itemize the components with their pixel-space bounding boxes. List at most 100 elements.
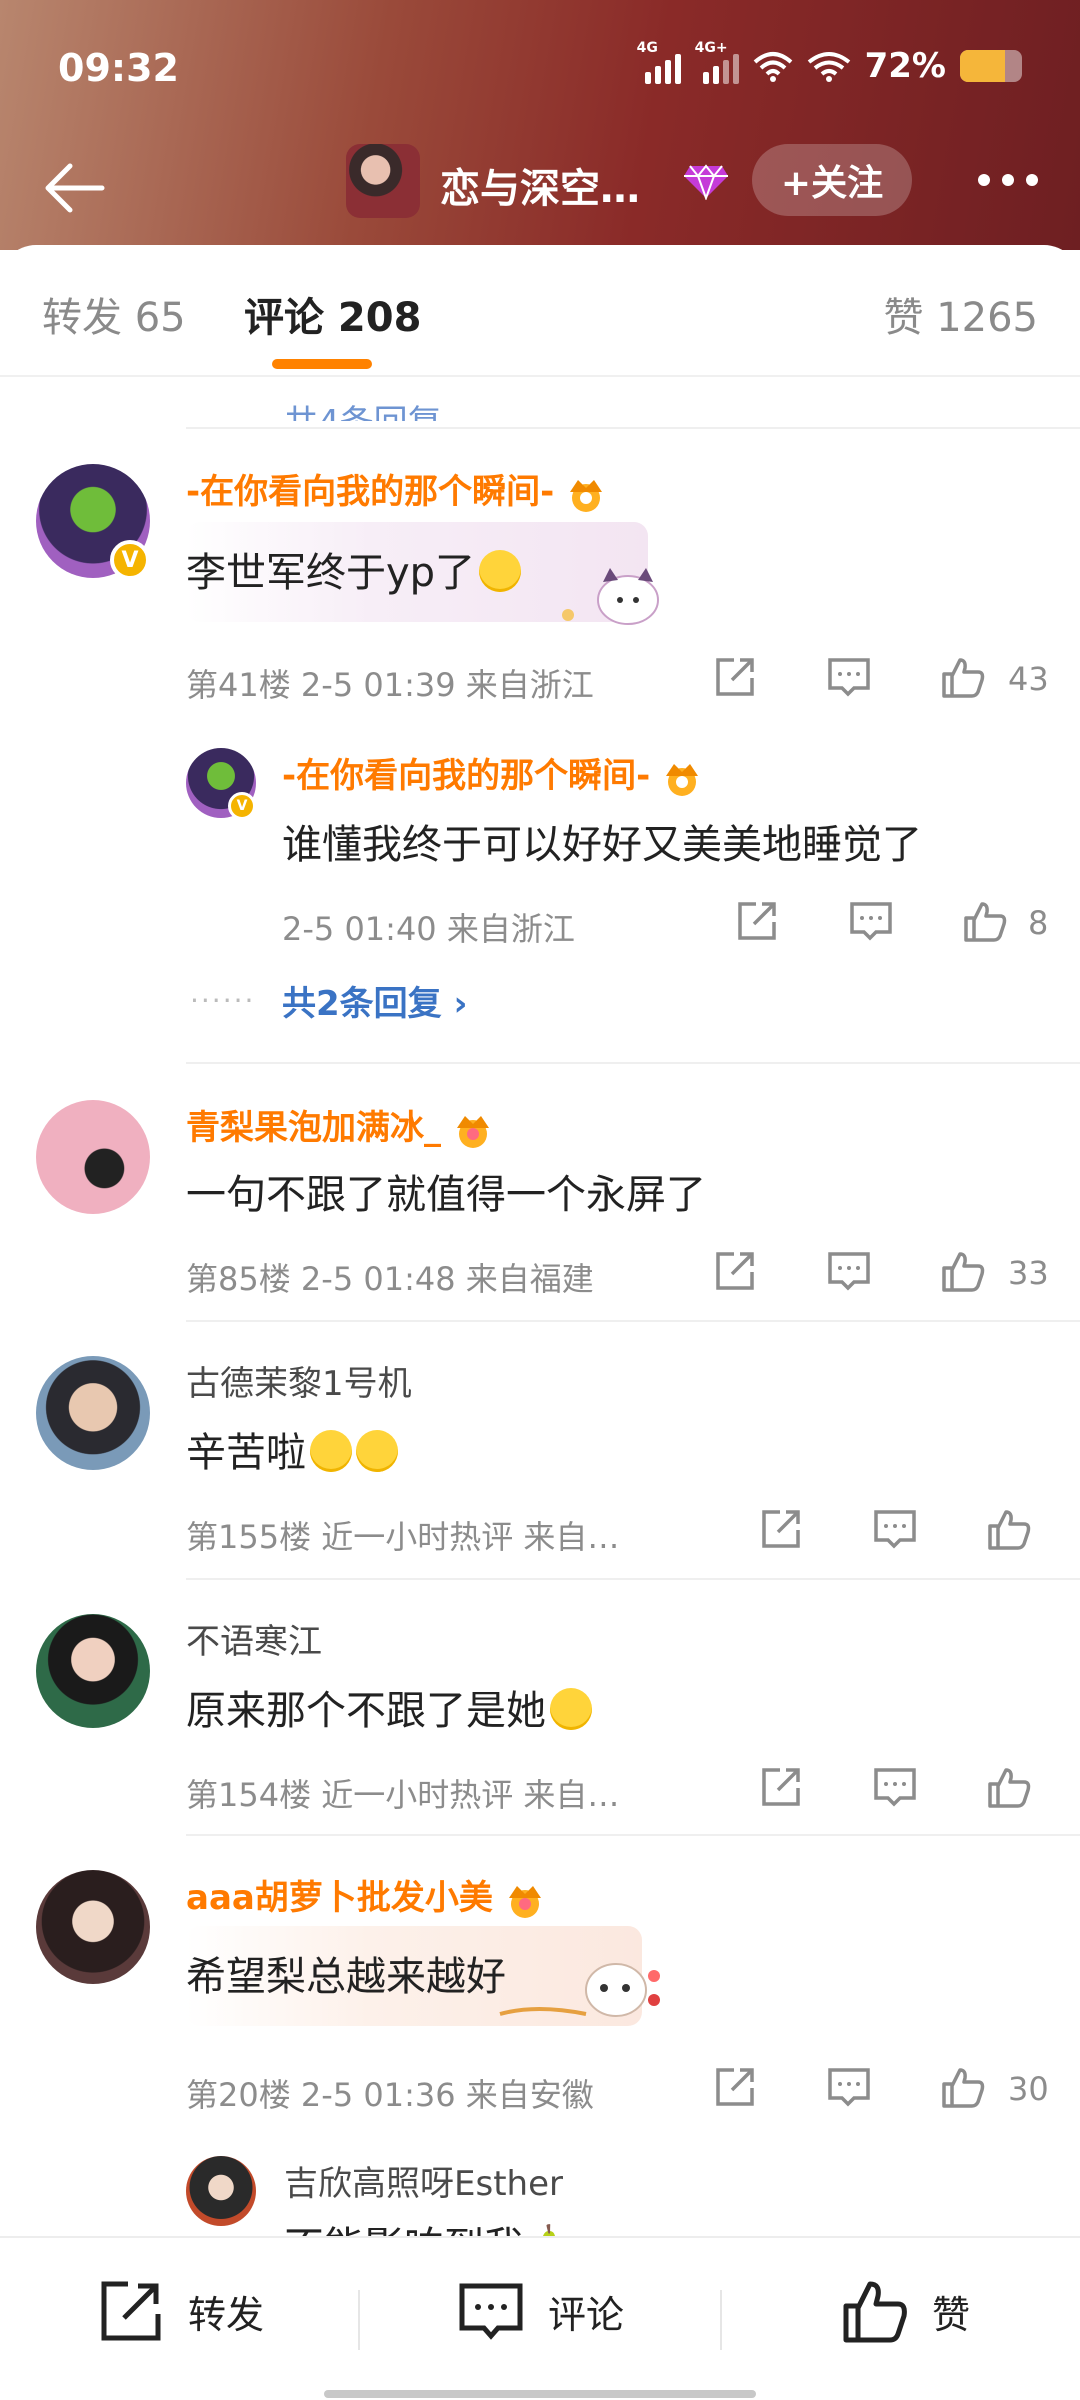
tab-likes[interactable]: 赞 1265 — [883, 285, 1038, 343]
reply-button[interactable] — [872, 1764, 918, 1810]
username[interactable]: -在你看向我的那个瞬间- — [186, 464, 610, 514]
partial-reply-link[interactable]: 共4条回复 — [284, 395, 442, 421]
like-button[interactable] — [962, 898, 1008, 944]
divider — [186, 1834, 1080, 1836]
crying-emoji-icon — [356, 1430, 398, 1472]
comment-icon — [850, 902, 892, 941]
comment-text-content: 原来那个不跟了是她 — [186, 1688, 546, 1734]
comment-icon — [828, 658, 870, 697]
reply-button[interactable] — [872, 1506, 918, 1552]
follow-button[interactable]: +关注 — [752, 144, 912, 216]
header-background: 09:32 4G 4G+ 72% 恋与深空… +关注 — [0, 0, 1080, 250]
reply-actions: 8 — [734, 898, 1052, 948]
share-icon — [101, 2281, 161, 2341]
vip-crown-icon — [508, 1885, 541, 1918]
username[interactable]: 古德茉黎1号机 — [186, 1356, 412, 1405]
reply-avatar[interactable] — [186, 2156, 256, 2226]
like-count: 30 — [1008, 2070, 1049, 2108]
like-button[interactable] — [986, 1764, 1032, 1810]
view-replies-link[interactable]: 共2条回复 › — [282, 976, 468, 1025]
back-arrow-icon — [45, 163, 105, 213]
comment-actions: 30 — [712, 2064, 1052, 2114]
panda-sticker-icon — [499, 1963, 660, 2017]
repost-button[interactable] — [758, 1764, 804, 1810]
more-dot-icon — [1026, 174, 1038, 186]
reply-text: 不能影响到我🍐 — [284, 2214, 574, 2236]
comment-action[interactable]: 评论 — [456, 2276, 624, 2346]
separator — [720, 2290, 722, 2350]
comment-text-content: 李世军终于yp了 — [186, 550, 476, 596]
reply-username[interactable]: -在你看向我的那个瞬间- — [282, 748, 706, 798]
bottom-action-bar: 转发 评论 赞 — [0, 2236, 1080, 2400]
like-action[interactable]: 赞 — [840, 2276, 970, 2346]
comment-meta: 第85楼 2-5 01:48 来自福建 — [186, 1260, 594, 1298]
repost-button[interactable] — [758, 1506, 804, 1552]
reply-button[interactable] — [826, 1248, 872, 1294]
eye-roll-emoji-icon — [550, 1688, 592, 1730]
like-button[interactable] — [940, 654, 986, 700]
like-button[interactable] — [940, 2064, 986, 2110]
username[interactable]: aaa胡萝卜批发小美 — [186, 1870, 549, 1920]
share-icon — [716, 658, 754, 696]
reply-text: 谁懂我终于可以好好又美美地睡觉了 — [282, 822, 922, 868]
clock: 09:32 — [58, 46, 179, 90]
share-icon — [716, 1252, 754, 1290]
tab-bar: 转发 65 评论 208 赞 1265 — [0, 285, 1080, 365]
home-indicator[interactable] — [324, 2390, 756, 2398]
repost-label: 转发 — [188, 2292, 265, 2337]
comment-meta: 第41楼 2-5 01:39 来自浙江 — [186, 666, 594, 704]
share-icon — [738, 902, 776, 940]
active-tab-indicator — [272, 359, 372, 369]
tab-repost[interactable]: 转发 65 — [42, 285, 186, 343]
repost-action[interactable]: 转发 — [96, 2276, 264, 2346]
battery-icon — [960, 50, 1022, 82]
tabs-divider — [0, 375, 1080, 377]
like-count: 33 — [1008, 1254, 1049, 1292]
avatar[interactable] — [36, 1614, 150, 1728]
tab-comments[interactable]: 评论 208 — [244, 285, 421, 343]
repost-button[interactable] — [712, 2064, 758, 2110]
reply-button[interactable] — [826, 654, 872, 700]
divider — [186, 1578, 1080, 1580]
username[interactable]: 青梨果泡加满冰_ — [186, 1100, 497, 1150]
username-text: aaa胡萝卜批发小美 — [186, 1878, 493, 1918]
comment-icon — [828, 2068, 870, 2107]
repost-button[interactable] — [712, 654, 758, 700]
reply-username[interactable]: 吉欣高照呀Esther — [284, 2156, 563, 2205]
reply-button[interactable] — [826, 2064, 872, 2110]
thumbs-up-icon — [843, 2281, 907, 2343]
back-button[interactable] — [40, 158, 110, 218]
vip-crown-icon — [457, 1115, 489, 1148]
reply-meta: 2-5 01:40 来自浙江 — [282, 910, 575, 948]
comment-text: 希望梨总越来越好 — [186, 1954, 506, 2000]
comment-actions — [758, 1764, 1052, 1814]
account-name[interactable]: 恋与深空… — [440, 156, 640, 214]
avatar[interactable] — [36, 1356, 150, 1470]
more-dot-icon — [1002, 174, 1014, 186]
share-icon — [716, 2068, 754, 2106]
nav-row: 恋与深空… +关注 — [0, 140, 1080, 240]
account-avatar[interactable] — [346, 144, 420, 218]
thumbs-up-icon — [942, 2068, 985, 2108]
comment-text: 原来那个不跟了是她 — [186, 1678, 592, 1736]
vip-crown-icon — [570, 479, 603, 512]
comment-text-content: 辛苦啦 — [186, 1430, 306, 1476]
cellular-signal-2-icon: 4G+ — [695, 40, 739, 84]
reply-button[interactable] — [848, 898, 894, 944]
like-button[interactable] — [986, 1506, 1032, 1552]
username-text: 青梨果泡加满冰_ — [186, 1108, 441, 1148]
more-options-button[interactable] — [978, 174, 1038, 186]
share-icon — [762, 1510, 800, 1548]
thumbs-up-icon — [988, 1510, 1031, 1550]
repost-button[interactable] — [734, 898, 780, 944]
avatar[interactable] — [36, 1870, 150, 1984]
like-button[interactable] — [940, 1248, 986, 1294]
username[interactable]: 不语寒江 — [186, 1614, 322, 1663]
divider — [186, 1062, 1080, 1064]
status-bar: 09:32 4G 4G+ 72% — [0, 40, 1080, 100]
avatar[interactable] — [36, 1100, 150, 1214]
vip-crown-icon — [666, 763, 699, 796]
repost-button[interactable] — [712, 1248, 758, 1294]
cellular-signal-icon: 4G — [637, 40, 681, 84]
hello-kitty-sticker-icon — [562, 568, 659, 625]
